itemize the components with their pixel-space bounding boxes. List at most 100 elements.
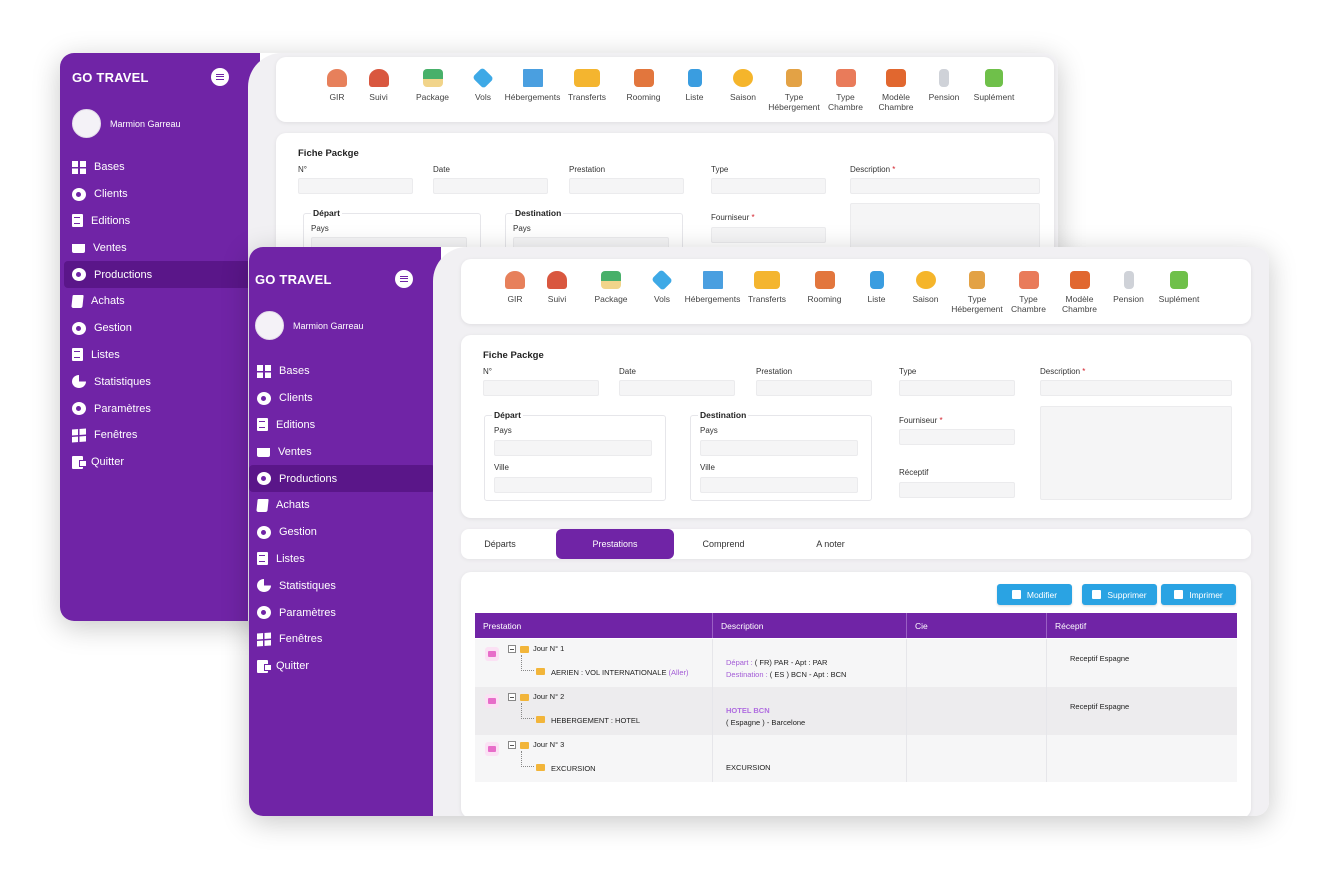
- prestation-field[interactable]: [756, 380, 872, 396]
- description-field[interactable]: [1040, 380, 1232, 396]
- sidebar-item-quitter[interactable]: Quitter: [64, 449, 252, 476]
- column-header-receptif[interactable]: Réceptif: [1047, 613, 1237, 638]
- toolbar-rooming[interactable]: Rooming: [795, 271, 854, 304]
- toolbar-liste[interactable]: Liste: [854, 271, 899, 304]
- toolbar-gir[interactable]: GIR: [500, 271, 530, 304]
- toolbar-suivi[interactable]: Suivi: [352, 69, 405, 102]
- sidebar-item-listes[interactable]: Listes: [249, 546, 435, 573]
- toolbar-rooming[interactable]: Rooming: [615, 69, 672, 102]
- toolbar-transferts[interactable]: Transferts: [739, 271, 795, 304]
- column-header-description[interactable]: Description: [713, 613, 907, 638]
- sidebar-item-quitter[interactable]: Quitter: [249, 653, 435, 680]
- sidebar-item-ventes[interactable]: Ventes: [249, 438, 435, 465]
- destination-pays-field[interactable]: [700, 440, 858, 456]
- toolbar-saison[interactable]: Saison: [717, 69, 769, 102]
- toolbar-vols[interactable]: Vols: [460, 67, 506, 102]
- sidebar-item-editions[interactable]: Editions: [249, 412, 435, 439]
- fournisseur-field[interactable]: [899, 429, 1015, 445]
- toolbar-label: Modèle Chambre: [1062, 294, 1097, 315]
- column-header-cie[interactable]: Cie: [907, 613, 1047, 638]
- print-button[interactable]: Imprimer: [1161, 584, 1236, 605]
- exit-icon: [257, 659, 272, 673]
- date-field[interactable]: [619, 380, 735, 396]
- modify-button[interactable]: Modifier: [997, 584, 1072, 605]
- collapse-toggle[interactable]: [508, 741, 516, 749]
- toolbar-package[interactable]: Package: [405, 69, 460, 102]
- sidebar-item-productions[interactable]: Productions: [249, 465, 435, 492]
- toolbar-modele-chambre[interactable]: Modèle Chambre: [1055, 271, 1104, 314]
- bus-icon: [574, 69, 600, 87]
- sidebar-item-gestion[interactable]: Gestion: [64, 315, 252, 342]
- menu-toggle-icon[interactable]: [211, 68, 229, 86]
- sidebar-item-statistiques[interactable]: Statistiques: [64, 368, 252, 395]
- user-profile[interactable]: Marmion Garreau: [72, 109, 181, 138]
- fournisseur-field[interactable]: [711, 227, 826, 243]
- toolbar-type-chambre[interactable]: Type Chambre: [1002, 271, 1055, 314]
- sidebar-item-parametres[interactable]: Paramètres: [64, 395, 252, 422]
- type-field[interactable]: [711, 178, 826, 194]
- toolbar-type-hebergement[interactable]: Type Hébergement: [951, 271, 1003, 314]
- receptif-field[interactable]: [899, 482, 1015, 498]
- sidebar-item-achats[interactable]: Achats: [64, 288, 252, 315]
- num-field[interactable]: [483, 380, 599, 396]
- type-field[interactable]: [899, 380, 1015, 396]
- toolbar-vols[interactable]: Vols: [638, 269, 686, 304]
- sidebar-item-fenetres[interactable]: Fenêtres: [249, 626, 435, 653]
- toolbar-hebergements[interactable]: Hébergements: [505, 69, 560, 102]
- sidebar-item-gestion[interactable]: Gestion: [249, 519, 435, 546]
- tab-prestations[interactable]: Prestations: [556, 529, 674, 559]
- toolbar-package[interactable]: Package: [584, 271, 638, 304]
- sidebar-item-clients[interactable]: Clients: [249, 385, 435, 412]
- depart-ville-field[interactable]: [494, 477, 652, 493]
- toolbar-type-hebergement[interactable]: Type Hébergement: [768, 69, 820, 112]
- toolbar-pension[interactable]: Pension: [920, 69, 968, 102]
- sidebar-item-editions[interactable]: Editions: [64, 208, 252, 235]
- toolbar-suplement[interactable]: Suplément: [1153, 271, 1205, 304]
- description-textarea[interactable]: [1040, 406, 1232, 500]
- collapse-toggle[interactable]: [508, 645, 516, 653]
- menu-toggle-icon[interactable]: [395, 270, 413, 288]
- sidebar-item-fenetres[interactable]: Fenêtres: [64, 422, 252, 449]
- tab-a-noter[interactable]: A noter: [783, 529, 878, 559]
- gear-icon: [257, 525, 271, 539]
- user-profile[interactable]: Marmion Garreau: [255, 311, 364, 340]
- sidebar-item-parametres[interactable]: Paramètres: [249, 599, 435, 626]
- toolbar-transferts[interactable]: Transferts: [559, 69, 615, 102]
- table-row[interactable]: Jour N° 2 HEBERGEMENT : HOTEL HOTEL BCN …: [475, 687, 1237, 735]
- tab-comprend[interactable]: Comprend: [676, 529, 771, 559]
- label-pays: Pays: [513, 224, 531, 233]
- sidebar-item-bases[interactable]: Bases: [249, 358, 435, 385]
- label-num: N°: [483, 367, 492, 376]
- delete-button[interactable]: Supprimer: [1082, 584, 1157, 605]
- sidebar-item-clients[interactable]: Clients: [64, 181, 252, 208]
- sidebar-item-statistiques[interactable]: Statistiques: [249, 572, 435, 599]
- table-row[interactable]: Jour N° 3 EXCURSION EXCURSION: [475, 735, 1237, 782]
- toolbar-liste[interactable]: Liste: [672, 69, 717, 102]
- sidebar-item-achats[interactable]: Achats: [249, 492, 435, 519]
- sidebar-item-ventes[interactable]: Ventes: [64, 234, 252, 261]
- sidebar-menu: Bases Clients Editions Ventes Production…: [249, 358, 435, 680]
- column-header-prestation[interactable]: Prestation: [475, 613, 713, 638]
- depart-pays-field[interactable]: [494, 440, 652, 456]
- sidebar-item-bases[interactable]: Bases: [64, 154, 252, 181]
- table-row[interactable]: Jour N° 1 AERIEN : VOL INTERNATIONALE (A…: [475, 639, 1237, 687]
- sidebar-item-label: Statistiques: [94, 375, 151, 388]
- toolbar-suivi[interactable]: Suivi: [530, 271, 584, 304]
- toolbar-saison[interactable]: Saison: [899, 271, 952, 304]
- toolbar-suplement[interactable]: Suplément: [968, 69, 1020, 102]
- toolbar-modele-chambre[interactable]: Modèle Chambre: [872, 69, 920, 112]
- tab-departs[interactable]: Départs: [461, 529, 539, 559]
- toolbar-type-chambre[interactable]: Type Chambre: [819, 69, 872, 112]
- prestation-field[interactable]: [569, 178, 684, 194]
- date-field[interactable]: [433, 178, 548, 194]
- toolbar-pension[interactable]: Pension: [1104, 271, 1153, 304]
- destination-ville-field[interactable]: [700, 477, 858, 493]
- collapse-toggle[interactable]: [508, 693, 516, 701]
- num-field[interactable]: [298, 178, 413, 194]
- description-field[interactable]: [850, 178, 1040, 194]
- folder-icon: [536, 668, 545, 675]
- sidebar-item-listes[interactable]: Listes: [64, 342, 252, 369]
- toolbar-hebergements[interactable]: Hébergements: [685, 271, 740, 304]
- toolbar-gir[interactable]: GIR: [322, 69, 352, 102]
- sidebar-item-productions[interactable]: Productions: [64, 261, 252, 288]
